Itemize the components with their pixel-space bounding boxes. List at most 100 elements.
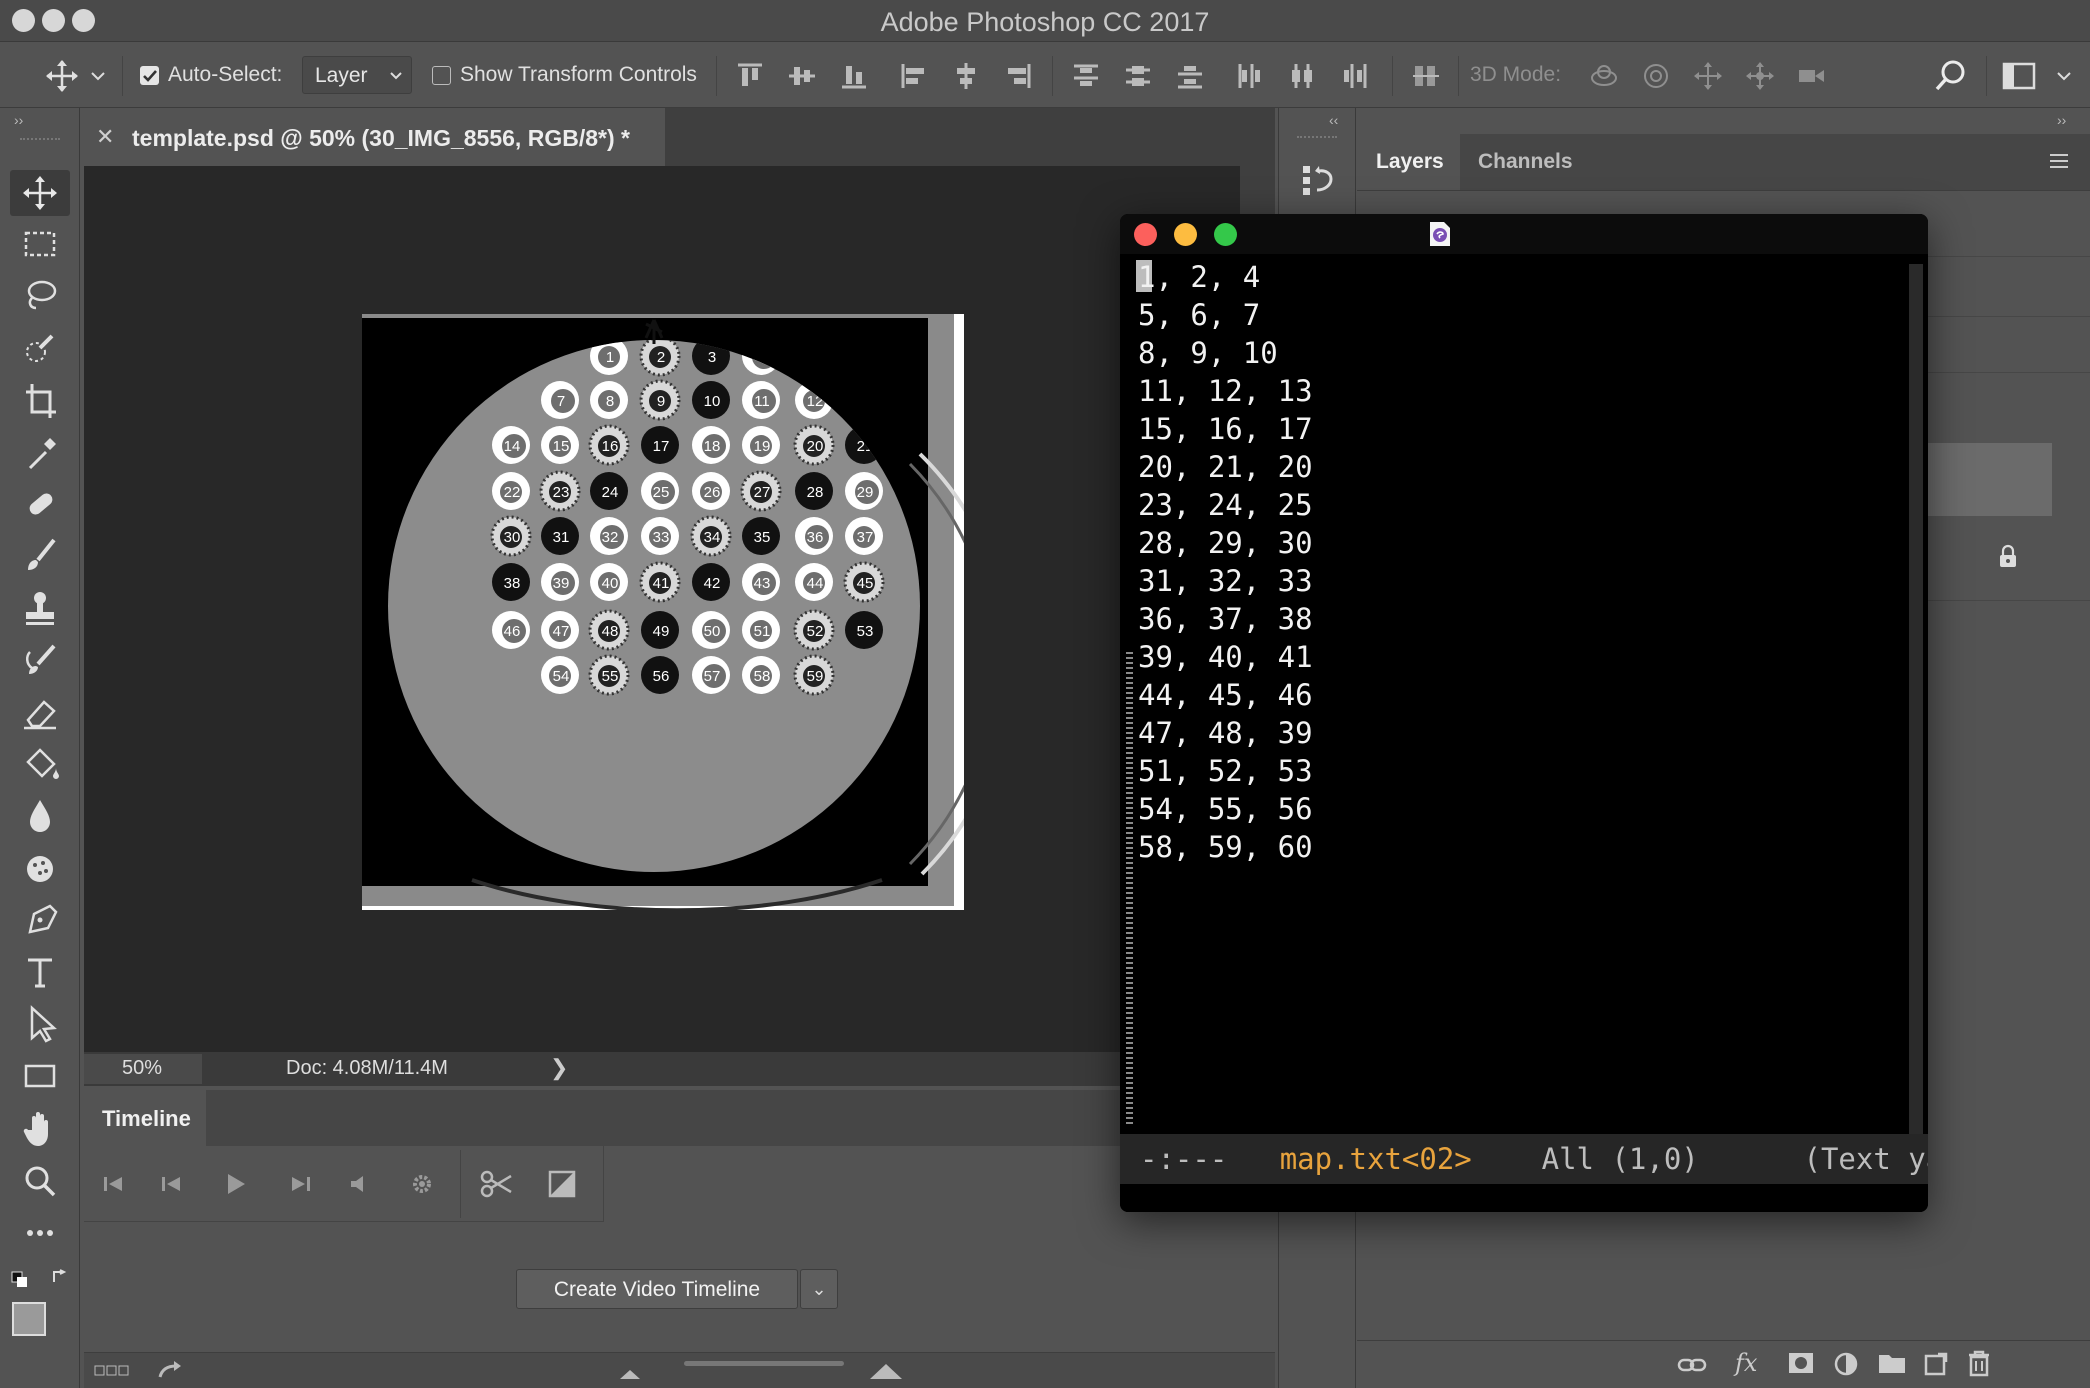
show-transform-checkbox[interactable]: [432, 66, 451, 85]
3d-scale-camera-icon[interactable]: [1796, 60, 1828, 92]
3d-slide-icon[interactable]: [1744, 60, 1776, 92]
more-tools-button[interactable]: [10, 1210, 70, 1256]
adjustment-layer-icon[interactable]: [1833, 1351, 1859, 1377]
trash-icon[interactable]: [1967, 1349, 1991, 1377]
foreground-color-swatch[interactable]: [12, 1302, 46, 1336]
auto-align-icon[interactable]: [1410, 60, 1442, 92]
brush-tool[interactable]: [10, 534, 70, 580]
emacs-window[interactable]: 1, 2, 4 5, 6, 7 8, 9, 10 11, 12, 13 15, 16, …: [1120, 214, 1928, 1212]
plate-well: 47: [541, 611, 579, 649]
3d-roll-icon[interactable]: [1640, 60, 1672, 92]
align-vertical-center-icon[interactable]: [786, 60, 818, 92]
plate-well: 34: [690, 515, 732, 557]
history-panel-icon[interactable]: [1299, 160, 1337, 198]
bandage-icon: [29, 493, 53, 515]
lasso-tool[interactable]: [10, 274, 70, 320]
emacs-scrollbar[interactable]: [1909, 264, 1923, 1138]
gear-icon[interactable]: [410, 1172, 434, 1196]
auto-select-dropdown[interactable]: Layer: [302, 56, 412, 94]
paint-bucket-tool[interactable]: [10, 742, 70, 788]
emacs-close-button[interactable]: [1134, 223, 1157, 246]
history-brush-tool[interactable]: [10, 638, 70, 684]
blur-tool[interactable]: [10, 794, 70, 840]
close-document-icon[interactable]: ✕: [96, 124, 114, 150]
distribute-bottom-icon[interactable]: [1174, 60, 1206, 92]
rectangle-tool[interactable]: [10, 1054, 70, 1100]
crop-tool[interactable]: [10, 378, 70, 424]
align-bottom-icon[interactable]: [838, 60, 870, 92]
distribute-top-icon[interactable]: [1070, 60, 1102, 92]
tab-channels[interactable]: Channels: [1478, 150, 1573, 174]
plate-well: 25: [641, 472, 679, 510]
eraser-tool[interactable]: [10, 690, 70, 736]
distribute-hcenter-icon[interactable]: [1286, 60, 1318, 92]
default-colors-icon[interactable]: [10, 1268, 70, 1288]
layer-effects-icon[interactable]: fx: [1735, 1349, 1757, 1377]
previous-frame-icon[interactable]: [160, 1174, 184, 1194]
new-layer-icon[interactable]: [1923, 1351, 1949, 1377]
path-selection-tool[interactable]: [10, 1002, 70, 1048]
add-mask-icon[interactable]: [1787, 1351, 1815, 1375]
status-menu-chevron-icon[interactable]: ❯: [550, 1055, 568, 1081]
workspace-switcher-icon[interactable]: [2002, 62, 2036, 90]
3d-pan-icon[interactable]: [1692, 60, 1724, 92]
align-right-icon[interactable]: [1002, 60, 1034, 92]
align-horizontal-center-icon[interactable]: [950, 60, 982, 92]
create-video-timeline-button[interactable]: Create Video Timeline: [516, 1269, 798, 1309]
panel-menu-icon[interactable]: [2048, 152, 2070, 170]
convert-arrow-icon[interactable]: [156, 1359, 184, 1381]
zoom-tool[interactable]: [10, 1158, 70, 1204]
move-tool[interactable]: [10, 170, 70, 216]
3d-orbit-icon[interactable]: [1588, 60, 1620, 92]
healing-brush-tool[interactable]: [10, 482, 70, 528]
emacs-line: 44, 45, 46: [1138, 678, 1313, 712]
auto-select-checkbox[interactable]: [140, 66, 159, 85]
folder-icon[interactable]: [1877, 1351, 1907, 1375]
align-left-icon[interactable]: [898, 60, 930, 92]
well-label: 14: [504, 438, 521, 455]
distribute-left-icon[interactable]: [1234, 60, 1266, 92]
lock-icon[interactable]: [1998, 544, 2018, 568]
chevron-down-icon[interactable]: [90, 70, 106, 82]
canvas-area[interactable]: 1234567891011121314151617181920212223242…: [84, 166, 1240, 1052]
well-label: 29: [857, 484, 874, 501]
render-options-icon[interactable]: [94, 1365, 130, 1377]
timeline-zoom-slider[interactable]: [684, 1361, 844, 1366]
distribute-right-icon[interactable]: [1338, 60, 1370, 92]
emacs-line: 47, 48, 39: [1138, 716, 1313, 750]
align-top-icon[interactable]: [734, 60, 766, 92]
move-tool-preset-icon[interactable]: [44, 58, 80, 94]
transition-icon[interactable]: [548, 1170, 576, 1198]
scissors-icon[interactable]: [480, 1170, 514, 1198]
type-tool[interactable]: [10, 950, 70, 996]
collapse-tools-icon[interactable]: ››: [14, 112, 23, 128]
go-to-first-frame-icon[interactable]: [102, 1174, 126, 1194]
zoom-in-mountain-icon[interactable]: [870, 1363, 902, 1379]
emacs-minibuffer[interactable]: [1120, 1184, 1928, 1212]
well-label: 42: [704, 575, 721, 592]
emacs-minimize-button[interactable]: [1174, 223, 1197, 246]
zoom-level-field[interactable]: 50%: [84, 1054, 202, 1084]
next-frame-icon[interactable]: [288, 1174, 312, 1194]
collapse-panels-icon[interactable]: ››: [2057, 112, 2066, 128]
zoom-out-mountain-icon[interactable]: [620, 1369, 640, 1379]
emacs-zoom-button[interactable]: [1214, 223, 1237, 246]
hand-tool[interactable]: [10, 1106, 70, 1152]
link-layers-icon[interactable]: [1677, 1355, 1707, 1375]
clone-stamp-tool[interactable]: [10, 586, 70, 632]
audio-mute-icon[interactable]: [348, 1174, 372, 1194]
panel-grip: [20, 138, 60, 140]
emacs-buffer-text[interactable]: 1, 2, 4 5, 6, 7 8, 9, 10 11, 12, 13 15, 16, …: [1138, 258, 1313, 866]
quick-selection-tool[interactable]: [10, 326, 70, 372]
search-icon[interactable]: [1934, 58, 1968, 92]
marquee-tool[interactable]: [10, 222, 70, 268]
expand-panels-icon[interactable]: ‹‹: [1329, 112, 1338, 128]
distribute-vcenter-icon[interactable]: [1122, 60, 1154, 92]
pen-tool[interactable]: [10, 898, 70, 944]
sponge-tool[interactable]: [10, 846, 70, 892]
play-icon[interactable]: [224, 1172, 248, 1196]
panel-grip: [1297, 136, 1337, 138]
timeline-type-dropdown[interactable]: ⌄: [800, 1269, 838, 1309]
eyedropper-tool[interactable]: [10, 430, 70, 476]
chevron-down-icon[interactable]: [2056, 70, 2072, 82]
